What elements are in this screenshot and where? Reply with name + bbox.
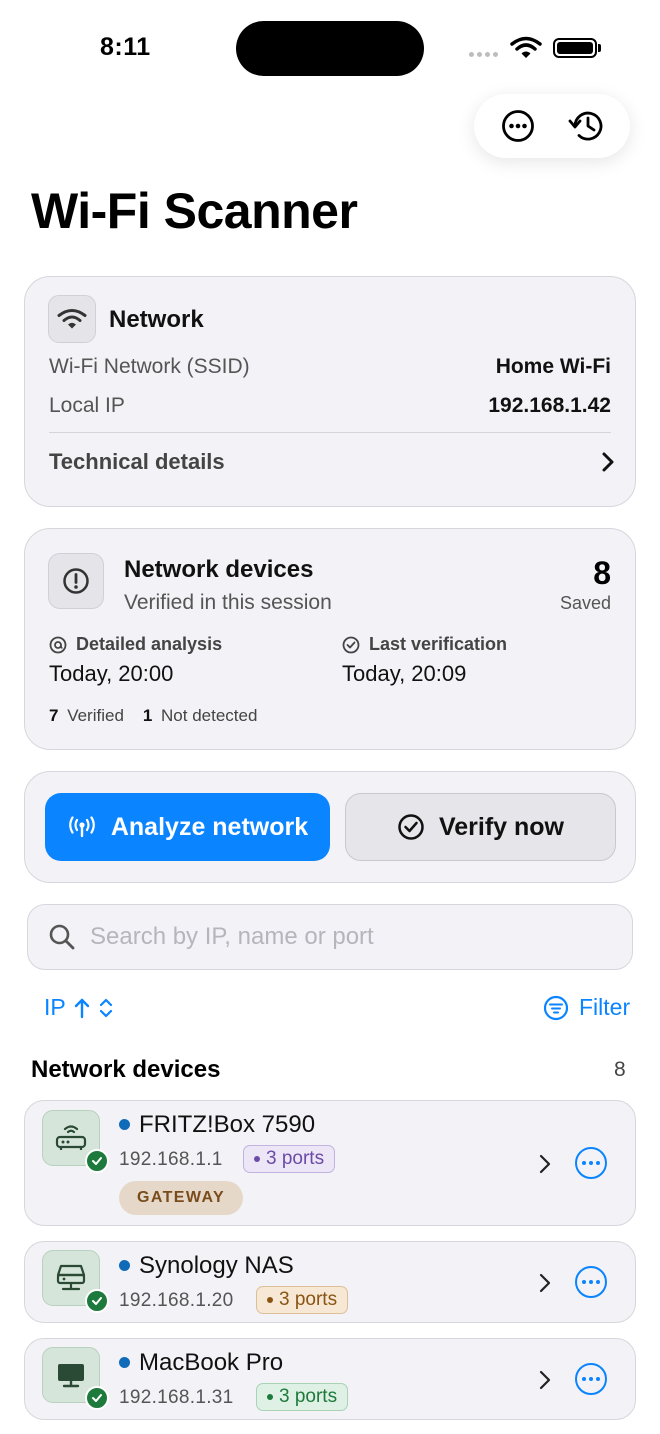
online-status-dot xyxy=(119,1357,130,1368)
verify-now-button[interactable]: Verify now xyxy=(345,793,616,861)
divider xyxy=(49,432,611,433)
device-list-count: 8 xyxy=(614,1058,626,1081)
device-ip: 192.168.1.1 xyxy=(119,1149,223,1170)
verification-counts: 7 Verified 1 Not detected xyxy=(49,706,257,726)
verified-check-icon xyxy=(85,1149,109,1173)
technical-details-label: Technical details xyxy=(49,449,225,474)
desktop-icon xyxy=(58,1364,84,1388)
device-ip: 192.168.1.31 xyxy=(119,1387,234,1408)
more-options-button[interactable] xyxy=(493,101,543,151)
filter-button[interactable]: Filter xyxy=(543,994,630,1021)
local-ip-value: 192.168.1.42 xyxy=(488,394,611,417)
device-icon-tile xyxy=(42,1250,109,1313)
ports-dot xyxy=(254,1156,260,1162)
devices-icon-tile xyxy=(48,553,104,609)
device-row-synology[interactable]: Synology NAS 192.168.1.20 3 ports xyxy=(24,1241,636,1323)
local-ip-label: Local IP xyxy=(49,394,125,417)
last-verification-value: Today, 20:09 xyxy=(342,661,467,686)
filter-label: Filter xyxy=(579,994,631,1020)
wifi-status-icon xyxy=(510,36,542,58)
ellipsis-icon xyxy=(582,1161,586,1165)
saved-count: 8 xyxy=(593,555,611,591)
verified-label: Verified xyxy=(67,706,124,725)
detailed-analysis-label: Detailed analysis xyxy=(49,634,222,655)
row-chevron[interactable] xyxy=(535,1271,555,1295)
ports-dot xyxy=(267,1297,273,1303)
at-circle-icon xyxy=(49,636,67,653)
cellular-signal-icon xyxy=(469,52,498,57)
row-more-button[interactable] xyxy=(575,1363,607,1395)
filter-icon xyxy=(543,995,569,1020)
nas-icon xyxy=(56,1264,86,1291)
exclamation-circle-icon xyxy=(63,568,89,594)
device-ip: 192.168.1.20 xyxy=(119,1290,234,1311)
search-bar xyxy=(27,904,633,970)
ellipsis-icon xyxy=(582,1377,586,1381)
verified-count: 7 xyxy=(49,706,59,725)
network-icon-tile xyxy=(48,295,96,343)
ssid-value: Home Wi-Fi xyxy=(495,355,611,378)
router-icon xyxy=(55,1125,87,1150)
history-icon xyxy=(568,111,603,141)
antenna-icon xyxy=(69,816,95,838)
battery-icon xyxy=(553,38,597,58)
device-row-fritzbox[interactable]: FRITZ!Box 7590 192.168.1.1 3 ports GATEW… xyxy=(24,1100,636,1226)
ports-badge[interactable]: 3 ports xyxy=(256,1383,349,1411)
device-name: Synology NAS xyxy=(139,1252,294,1279)
not-detected-label: Not detected xyxy=(161,706,258,725)
device-name: FRITZ!Box 7590 xyxy=(139,1111,316,1138)
history-button[interactable] xyxy=(561,101,611,151)
detailed-analysis-value: Today, 20:00 xyxy=(49,661,174,686)
chevron-right-icon xyxy=(539,1273,551,1293)
analyze-network-button[interactable]: Analyze network xyxy=(45,793,330,861)
devices-summary-card: Network devices Verified in this session… xyxy=(24,528,636,750)
search-input[interactable] xyxy=(90,923,590,951)
chevron-up-down-icon xyxy=(99,998,112,1017)
chevron-right-icon xyxy=(602,452,614,472)
ports-badge[interactable]: 3 ports xyxy=(243,1145,336,1173)
devices-summary-subtitle: Verified in this session xyxy=(124,591,332,614)
ports-badge[interactable]: 3 ports xyxy=(256,1286,349,1314)
gateway-badge: GATEWAY xyxy=(119,1181,244,1215)
sort-label: IP xyxy=(44,994,66,1020)
not-detected-count: 1 xyxy=(142,706,153,725)
network-card: Network Wi-Fi Network (SSID) Home Wi-Fi … xyxy=(24,276,636,507)
checkmark-circle-icon xyxy=(342,636,360,653)
ssid-label: Wi-Fi Network (SSID) xyxy=(49,355,250,378)
device-list-title: Network devices xyxy=(31,1056,221,1083)
wifi-icon xyxy=(57,309,87,329)
network-card-title: Network xyxy=(109,306,204,333)
saved-label: Saved xyxy=(559,593,611,613)
checkmark-circle-icon xyxy=(398,814,424,840)
row-chevron[interactable] xyxy=(535,1368,555,1392)
status-time: 8:11 xyxy=(100,33,151,61)
devices-summary-title: Network devices xyxy=(124,556,314,583)
arrow-up-icon xyxy=(74,998,89,1018)
technical-details-row[interactable]: Technical details xyxy=(49,447,615,477)
dynamic-island xyxy=(236,21,424,76)
last-verification-label: Last verification xyxy=(342,634,507,655)
device-row-macbook[interactable]: MacBook Pro 192.168.1.31 3 ports xyxy=(24,1338,636,1420)
online-status-dot xyxy=(119,1260,130,1271)
device-icon-tile xyxy=(42,1347,109,1410)
page-title: Wi-Fi Scanner xyxy=(31,183,358,239)
search-icon xyxy=(49,924,75,950)
ellipsis-circle-icon xyxy=(502,110,534,142)
row-more-button[interactable] xyxy=(575,1266,607,1298)
device-icon-tile xyxy=(42,1110,109,1173)
sort-button[interactable]: IP xyxy=(44,994,114,1021)
top-toolbar xyxy=(474,94,630,158)
verified-check-icon xyxy=(85,1386,109,1410)
ellipsis-icon xyxy=(582,1280,586,1284)
row-chevron[interactable] xyxy=(535,1152,555,1176)
battery-cap xyxy=(598,44,601,52)
actions-card: Analyze network Verify now xyxy=(24,771,636,883)
verified-check-icon xyxy=(85,1289,109,1313)
device-name: MacBook Pro xyxy=(139,1349,284,1376)
chevron-right-icon xyxy=(539,1154,551,1174)
row-more-button[interactable] xyxy=(575,1147,607,1179)
ports-dot xyxy=(267,1394,273,1400)
chevron-right-icon xyxy=(539,1370,551,1390)
online-status-dot xyxy=(119,1119,130,1130)
